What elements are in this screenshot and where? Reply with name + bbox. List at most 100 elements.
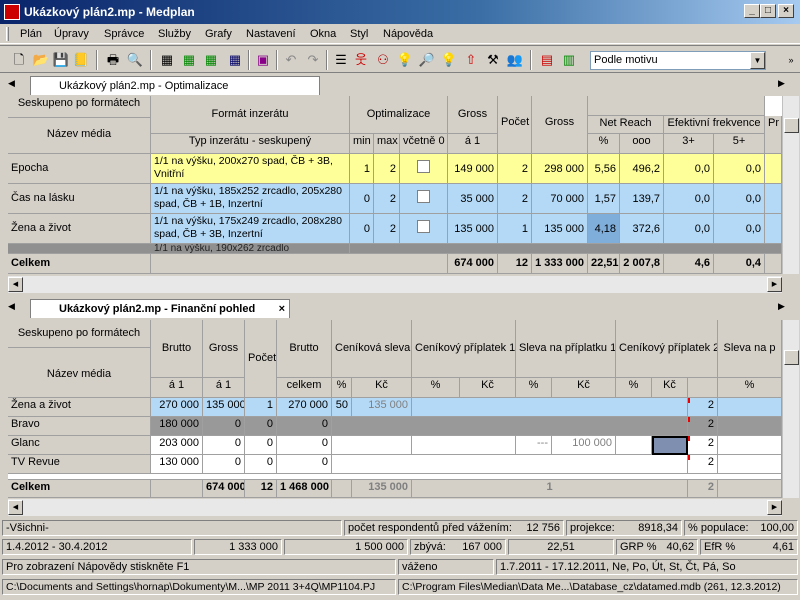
checkbox[interactable] — [417, 160, 430, 173]
fin-row-disc1-pct[interactable]: --- — [516, 436, 552, 455]
fin-row-count[interactable]: 0 — [245, 417, 277, 436]
fin-row-s2[interactable]: 2 — [688, 417, 718, 436]
excel-import-icon[interactable]: ▦ — [202, 51, 220, 69]
excel-grid-icon[interactable]: ▦ — [226, 51, 244, 69]
fin-row-blank[interactable] — [332, 436, 412, 455]
row-type[interactable]: 1/1 na výšku, 185x252 zrcadlo, 205x280 s… — [151, 184, 350, 214]
checkbox[interactable] — [417, 220, 430, 233]
fin-row-s2[interactable]: 2 — [688, 398, 718, 417]
row-name-cas-na-lasku[interactable]: Čas na lásku — [8, 184, 151, 214]
fin-row-name[interactable]: Žena a život — [8, 398, 151, 417]
style-combo[interactable]: Podle motivu ▼ — [590, 51, 766, 70]
menu-manager[interactable]: Správce — [104, 28, 144, 40]
fin-row-selected-cell[interactable] — [652, 436, 688, 455]
scroll-right-icon[interactable]: ▶ — [767, 277, 782, 292]
row-pr[interactable] — [765, 214, 782, 244]
scroll-thumb[interactable] — [784, 350, 799, 365]
fin-row-name[interactable]: Bravo — [8, 417, 151, 436]
row-5plus[interactable]: 0,0 — [714, 214, 765, 244]
row-type[interactable]: 1/1 na výšku, 200x270 spad, ČB + 3B, Vni… — [151, 154, 350, 184]
fin-row-blank[interactable] — [332, 417, 688, 436]
fin-row-discount-kc[interactable]: 135 000 — [352, 398, 412, 417]
scroll-left-icon[interactable]: ◀ — [8, 277, 23, 292]
people-icon[interactable]: 웃 — [352, 51, 370, 69]
menu-plan[interactable]: Plán — [20, 28, 42, 40]
fin-row-gross[interactable]: 0 — [203, 436, 245, 455]
bulb-icon[interactable]: 💡 — [396, 51, 414, 69]
row-gross[interactable]: 35 000 — [448, 184, 498, 214]
fin-row-blank[interactable] — [718, 398, 782, 417]
fin-row-discount-pct[interactable]: 50 — [332, 398, 352, 417]
tab-scroll-left-icon[interactable]: ◀ — [8, 301, 15, 312]
row-count[interactable]: 2 — [498, 184, 532, 214]
fin-row-count[interactable]: 1 — [245, 398, 277, 417]
row-ooo[interactable]: 372,6 — [620, 214, 664, 244]
fin-row-name[interactable]: TV Revue — [8, 455, 151, 474]
row-max[interactable]: 2 — [374, 154, 400, 184]
menu-settings[interactable]: Nastavení — [246, 28, 296, 40]
new-icon[interactable]: 🗋 — [10, 51, 28, 69]
row-max[interactable]: 2 — [374, 184, 400, 214]
open-icon[interactable]: 📂 — [32, 51, 50, 69]
scroll-right-icon[interactable]: ▶ — [767, 500, 782, 515]
row-5plus[interactable]: 0,0 — [714, 154, 765, 184]
opt-horizontal-scrollbar[interactable]: ◀ ▶ — [8, 276, 782, 293]
row-type[interactable]: 1/1 na výšku, 175x249 zrcadlo, 208x280 s… — [151, 214, 350, 244]
tab-scroll-right-icon[interactable]: ▶ — [778, 78, 785, 89]
row-ooo[interactable]: 139,7 — [620, 184, 664, 214]
chart-icon[interactable]: ▣ — [254, 51, 272, 69]
search-bulb-icon[interactable]: 🔎 — [418, 51, 436, 69]
toolbar-overflow-icon[interactable]: » — [782, 51, 800, 69]
network-icon[interactable]: ⚇ — [374, 51, 392, 69]
fin-row-blank[interactable] — [718, 455, 782, 474]
row-pct[interactable]: 1,57 — [588, 184, 620, 214]
chevron-down-icon[interactable]: ▼ — [750, 52, 765, 69]
fin-row-blank[interactable] — [718, 417, 782, 436]
row-gross-total[interactable]: 298 000 — [532, 154, 588, 184]
fin-row-count[interactable]: 0 — [245, 436, 277, 455]
row-min[interactable]: 0 — [350, 184, 374, 214]
fin-row-brutto[interactable]: 270 000 — [151, 398, 203, 417]
fin-row-total[interactable]: 0 — [277, 455, 332, 474]
checkbox[interactable] — [417, 190, 430, 203]
row-3plus[interactable]: 0,0 — [664, 214, 714, 244]
row-pr[interactable] — [765, 184, 782, 214]
minimize-button[interactable]: _ — [744, 4, 760, 18]
row-3plus[interactable]: 0,0 — [664, 154, 714, 184]
fin-row-total[interactable]: 0 — [277, 417, 332, 436]
fin-row-brutto[interactable]: 180 000 — [151, 417, 203, 436]
row-max[interactable]: 2 — [374, 214, 400, 244]
fin-row-gross[interactable]: 135 000 — [203, 398, 245, 417]
menu-help[interactable]: Nápověda — [383, 28, 433, 40]
fin-row-s2[interactable]: 2 — [688, 436, 718, 455]
report-icon[interactable]: ▤ — [538, 51, 556, 69]
tab-scroll-right-icon[interactable]: ▶ — [778, 301, 785, 312]
tab-optimization[interactable]: Ukázkový plán2.mp - Optimalizace — [30, 76, 320, 95]
fin-row-blank[interactable] — [616, 436, 652, 455]
fin-row-total[interactable]: 0 — [277, 436, 332, 455]
close-tab-icon[interactable]: × — [279, 303, 285, 315]
fin-row-disc1-kc[interactable]: 100 000 — [552, 436, 616, 455]
row-min[interactable]: 1 — [350, 154, 374, 184]
opt-vertical-scrollbar[interactable] — [782, 96, 799, 274]
fin-row-gross[interactable]: 0 — [203, 417, 245, 436]
row-pct-selected[interactable]: 4,18 — [588, 214, 620, 244]
row-pr[interactable] — [765, 154, 782, 184]
row-min[interactable]: 0 — [350, 214, 374, 244]
bulb2-icon[interactable]: 💡 — [440, 51, 458, 69]
fin-row-brutto[interactable]: 203 000 — [151, 436, 203, 455]
fin-row-total[interactable]: 270 000 — [277, 398, 332, 417]
menu-edit[interactable]: Úpravy — [54, 28, 89, 40]
fin-vertical-scrollbar[interactable] — [782, 320, 799, 498]
undo-icon[interactable]: ↶ — [282, 51, 300, 69]
fin-row-blank[interactable] — [412, 398, 688, 417]
scroll-thumb[interactable] — [784, 118, 799, 133]
row-count[interactable]: 2 — [498, 154, 532, 184]
row-gross[interactable]: 135 000 — [448, 214, 498, 244]
menu-windows[interactable]: Okna — [310, 28, 336, 40]
fin-row-blank[interactable] — [332, 455, 688, 474]
save-icon[interactable]: 💾 — [52, 51, 70, 69]
row-gross-total[interactable]: 70 000 — [532, 184, 588, 214]
book-icon[interactable]: 📒 — [72, 51, 90, 69]
row-name-epocha[interactable]: Epocha — [8, 154, 151, 184]
